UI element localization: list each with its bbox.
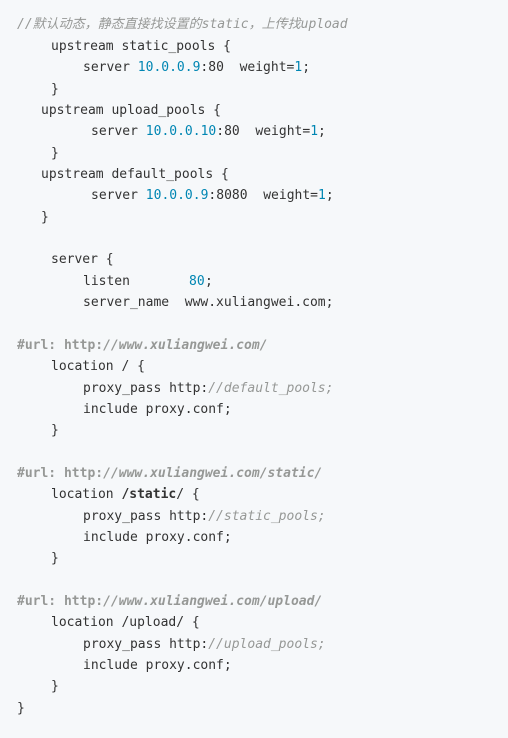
- code-line-location-static: location /static/ {: [51, 487, 200, 502]
- code-line-close-brace: }: [41, 210, 49, 225]
- code-block: //默认动态，静态直接找设置的static，上传找upload upstream…: [0, 0, 508, 738]
- code-line-server-block: server {: [51, 252, 114, 267]
- code-line-close-brace: }: [51, 82, 59, 97]
- code-line-proxy-pass-static: proxy_pass http://static_pools;: [83, 509, 326, 524]
- code-line-location-upload: location /upload/ {: [51, 615, 200, 630]
- code-comment-url-upload: #url: http://www.xuliangwei.com/upload/: [17, 594, 323, 609]
- code-comment-url-root: #url: http://www.xuliangwei.com/: [17, 338, 268, 353]
- code-line-close-brace: }: [51, 423, 59, 438]
- code-line-upstream-static: upstream static_pools {: [51, 39, 232, 54]
- code-line-include: include proxy.conf;: [83, 530, 232, 545]
- code-line-default-server: server 10.0.0.9:8080 weight=1;: [91, 188, 334, 203]
- code-line-close-brace: }: [51, 146, 59, 161]
- code-line-close-brace: }: [51, 551, 59, 566]
- code-line-static-server: server 10.0.0.9:80 weight=1;: [83, 60, 311, 75]
- code-line-close-brace-outer: }: [17, 701, 25, 716]
- code-comment-url-static: #url: http://www.xuliangwei.com/static/: [17, 466, 323, 481]
- code-line-location-root: location / {: [51, 359, 145, 374]
- code-line-close-brace: }: [51, 679, 59, 694]
- code-line-proxy-pass-default: proxy_pass http://default_pools;: [83, 381, 334, 396]
- code-line-include: include proxy.conf;: [83, 402, 232, 417]
- code-line-listen: listen 80;: [83, 274, 213, 289]
- code-line-proxy-pass-upload: proxy_pass http://upload_pools;: [83, 637, 326, 652]
- code-line-upstream-upload: upstream upload_pools {: [41, 103, 222, 118]
- code-comment-header: //默认动态，静态直接找设置的static，上传找upload: [17, 17, 348, 32]
- code-line-upstream-default: upstream default_pools {: [41, 167, 229, 182]
- code-line-server-name: server_name www.xuliangwei.com;: [83, 295, 334, 310]
- code-line-include: include proxy.conf;: [83, 658, 232, 673]
- code-line-upload-server: server 10.0.0.10:80 weight=1;: [91, 124, 326, 139]
